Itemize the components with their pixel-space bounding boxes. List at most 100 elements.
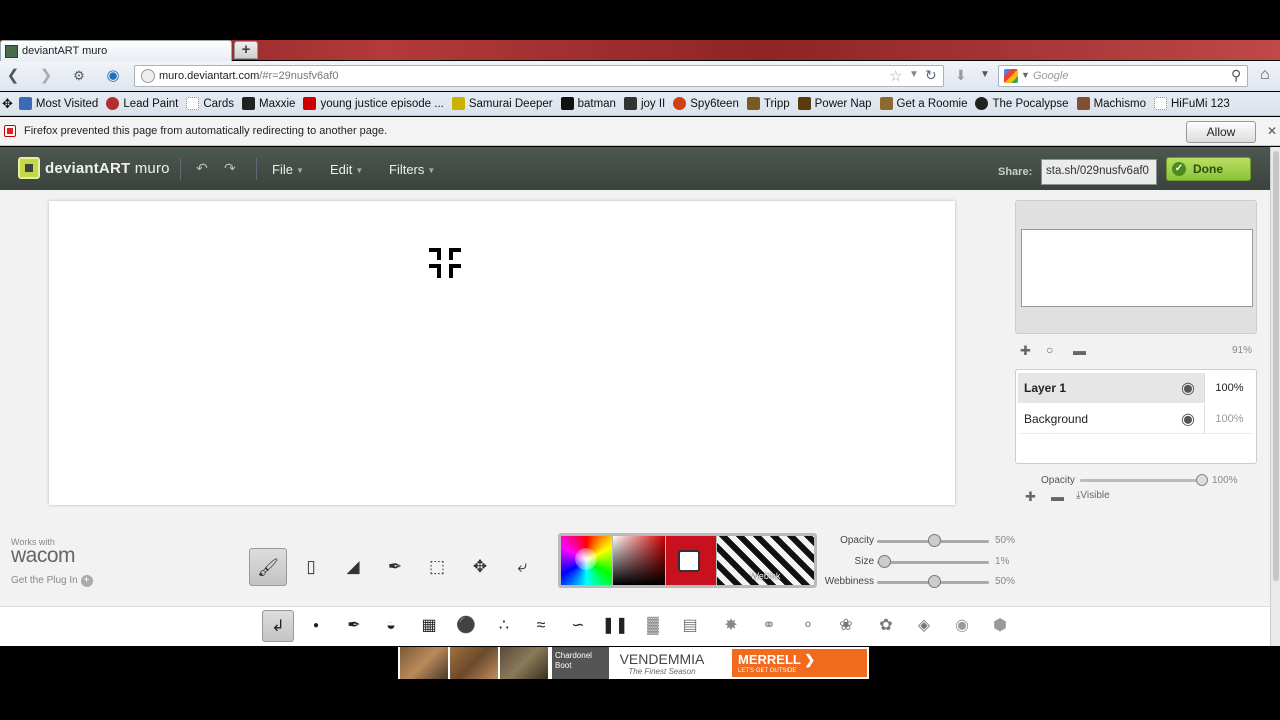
layer-opacity[interactable]: 100% bbox=[1204, 373, 1254, 403]
add-layer-icon[interactable]: ✚ bbox=[1025, 489, 1036, 505]
bookmark-young-justice[interactable]: young justice episode ... bbox=[303, 97, 444, 110]
current-color-swatch[interactable] bbox=[666, 536, 716, 585]
url-text[interactable]: muro.deviantart.com/#r=29nusfv6af0 bbox=[159, 70, 338, 82]
bookmark-machismo[interactable]: Machismo bbox=[1076, 97, 1146, 110]
bookmark-power-nap[interactable]: Power Nap bbox=[797, 97, 872, 110]
brush-starburst-icon[interactable]: ✸ bbox=[715, 610, 747, 642]
brush-shade-icon[interactable]: ◒ bbox=[375, 610, 407, 642]
color-gradient-picker[interactable] bbox=[613, 536, 665, 585]
bookmark-hifumi-123[interactable]: HiFuMi 123 bbox=[1153, 97, 1230, 110]
close-icon[interactable]: ✕ bbox=[1267, 124, 1277, 138]
swap-color-icon[interactable] bbox=[678, 550, 700, 572]
scrollbar-thumb[interactable] bbox=[1273, 151, 1279, 581]
opacity-slider-thumb[interactable] bbox=[928, 534, 941, 547]
page-scrollbar[interactable] bbox=[1270, 147, 1280, 646]
reload-icon[interactable]: ↻ bbox=[925, 67, 937, 84]
brush-crosshatch-icon[interactable]: ▦ bbox=[413, 610, 445, 642]
brush-ink-icon[interactable]: ⚫ bbox=[450, 610, 482, 642]
undo-icon[interactable]: ↶ bbox=[196, 160, 208, 177]
brush-splatter-icon[interactable]: ∴ bbox=[488, 610, 520, 642]
download-icon[interactable]: ⬇ bbox=[955, 67, 967, 84]
bucket-tool-icon[interactable]: ◢ bbox=[334, 548, 372, 586]
brush-texture-icon[interactable]: ◉ bbox=[946, 610, 978, 642]
bookmark-star-icon[interactable]: ☆ bbox=[889, 67, 902, 85]
ad-banner[interactable]: Chardonel Boot VENDEMMIA The Finest Seas… bbox=[398, 647, 869, 679]
brush-hatch-icon[interactable]: ▤ bbox=[674, 610, 706, 642]
brush-soft-icon[interactable]: ● bbox=[300, 610, 332, 642]
brush-feather-icon[interactable]: ❀ bbox=[830, 610, 862, 642]
brush-tool-icon[interactable]: 🖌 bbox=[249, 548, 287, 586]
brush-lines-icon[interactable]: ❚❚ bbox=[599, 610, 631, 642]
new-tab-button[interactable]: + bbox=[234, 41, 258, 59]
color-wheel[interactable] bbox=[561, 536, 612, 585]
home-icon[interactable]: ⌂ bbox=[1260, 66, 1270, 84]
redo-icon[interactable]: ↷ bbox=[224, 160, 236, 177]
bookmark-spy6teen[interactable]: Spy6teen bbox=[673, 97, 739, 110]
bookmark-tripp[interactable]: Tripp bbox=[746, 97, 790, 110]
brush-basic-icon[interactable]: ↲ bbox=[262, 610, 294, 642]
bookmark-get-a-roomie[interactable]: Get a Roomie bbox=[879, 97, 967, 110]
layer-row-background[interactable]: Background ◉ 100% bbox=[1018, 404, 1254, 434]
selection-tool-icon[interactable]: ⬚ bbox=[418, 548, 456, 586]
navigator-preview[interactable] bbox=[1021, 229, 1253, 307]
allow-redirect-button[interactable]: Allow bbox=[1186, 121, 1256, 143]
move-tool-icon[interactable]: ✥ bbox=[461, 548, 499, 586]
layer-opacity-slider-thumb[interactable] bbox=[1196, 474, 1208, 486]
zoom-reset-icon[interactable]: ○ bbox=[1046, 343, 1053, 357]
get-plugin-link[interactable]: Get the Plug In + bbox=[11, 575, 93, 587]
eraser-tool-icon[interactable]: ▯ bbox=[292, 548, 330, 586]
bookmark-maxxie[interactable]: Maxxie bbox=[242, 97, 295, 110]
webink-swatch[interactable]: Webink bbox=[717, 536, 814, 585]
brush-drop-icon[interactable]: ◈ bbox=[908, 610, 940, 642]
brush-cube-icon[interactable]: ⬢ bbox=[984, 610, 1016, 642]
bookmark-cards[interactable]: Cards bbox=[186, 97, 234, 110]
eyedropper-tool-icon[interactable]: ✒ bbox=[376, 548, 414, 586]
zoom-in-icon[interactable]: ✚ bbox=[1020, 343, 1031, 359]
brush-leaf-icon[interactable]: ✿ bbox=[870, 610, 902, 642]
size-slider[interactable] bbox=[877, 561, 989, 564]
site-identity-icon[interactable] bbox=[141, 69, 155, 83]
lasso-tool-icon[interactable]: ⤶ bbox=[503, 548, 541, 586]
layer-opacity[interactable]: 100% bbox=[1204, 404, 1254, 434]
brush-bubble-icon[interactable]: ⚭ bbox=[753, 610, 785, 642]
search-icon[interactable]: ⚲ bbox=[1231, 67, 1241, 84]
bookmark-most-visited[interactable]: Most Visited bbox=[18, 97, 98, 110]
merge-visible-button[interactable]: ⤓Visible bbox=[1076, 490, 1110, 501]
brush-squiggle-icon[interactable]: ∽ bbox=[562, 610, 594, 642]
bookmark-batman[interactable]: batman bbox=[560, 97, 616, 110]
extension-globe-icon[interactable]: ◉ bbox=[104, 67, 122, 85]
brush-dots-icon[interactable]: ▓ bbox=[637, 610, 669, 642]
size-slider-thumb[interactable] bbox=[878, 555, 891, 568]
bookmark-lead-paint[interactable]: Lead Paint bbox=[106, 97, 178, 110]
webbiness-slider-thumb[interactable] bbox=[928, 575, 941, 588]
done-button[interactable]: ✓ Done bbox=[1166, 157, 1251, 181]
google-logo-icon[interactable] bbox=[1004, 69, 1018, 83]
brush-spring-icon[interactable]: ≈ bbox=[525, 610, 557, 642]
layer-opacity-slider[interactable] bbox=[1080, 479, 1205, 482]
share-url-field[interactable]: sta.sh/029nusfv6af0 bbox=[1041, 159, 1157, 185]
delete-layer-icon[interactable]: ▬ bbox=[1051, 489, 1064, 504]
search-input[interactable]: Google bbox=[1033, 70, 1068, 82]
eye-icon[interactable]: ◉ bbox=[1178, 378, 1198, 398]
url-history-dropdown-icon[interactable]: ▼ bbox=[909, 69, 919, 80]
menu-filters[interactable]: Filters ▼ bbox=[389, 162, 435, 177]
bookmark-samurai-deeper[interactable]: Samurai Deeper bbox=[451, 97, 553, 110]
menu-edit[interactable]: Edit ▼ bbox=[330, 162, 363, 177]
search-engine-dropdown-icon[interactable]: ▼ bbox=[1021, 70, 1030, 80]
brush-pen-icon[interactable]: ✒ bbox=[338, 610, 370, 642]
brush-ring-icon[interactable]: ⚬ bbox=[792, 610, 824, 642]
forward-arrow-icon[interactable]: ❯ bbox=[37, 67, 55, 85]
layer-row-layer-1[interactable]: Layer 1 ◉ 100% bbox=[1018, 373, 1254, 403]
bookmarks-menu-icon[interactable]: ✥ bbox=[2, 96, 13, 112]
extension-icon[interactable]: ⚙ bbox=[70, 67, 88, 85]
zoom-out-icon[interactable]: ▬ bbox=[1073, 343, 1086, 358]
bookmark-joy-ii[interactable]: joy II bbox=[623, 97, 665, 110]
tab-deviantart-muro[interactable]: deviantART muro bbox=[0, 40, 232, 61]
bookmark-the-pocalypse[interactable]: The Pocalypse bbox=[975, 97, 1069, 110]
back-arrow-icon[interactable]: ❮ bbox=[4, 67, 22, 85]
download-dropdown-icon[interactable]: ▼ bbox=[980, 69, 990, 80]
url-bar[interactable]: muro.deviantart.com/#r=29nusfv6af0 ☆ ▼ ↻ bbox=[134, 65, 944, 87]
menu-file[interactable]: File ▼ bbox=[272, 162, 304, 177]
search-bar[interactable]: ▼ Google ⚲ bbox=[998, 65, 1248, 87]
drawing-canvas[interactable] bbox=[49, 201, 955, 505]
